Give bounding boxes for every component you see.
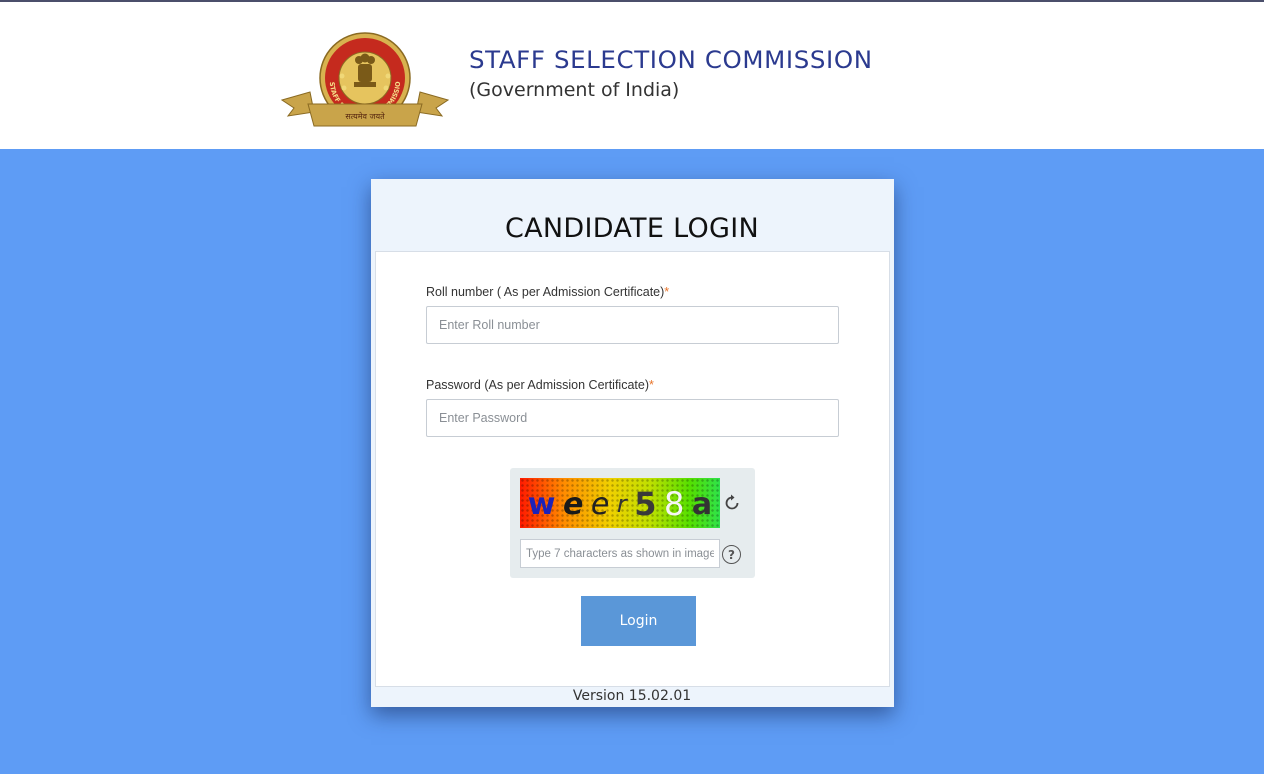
captcha-image: w e e r 5 8 a: [520, 478, 720, 528]
help-icon[interactable]: ?: [722, 545, 741, 564]
roll-number-label: Roll number ( As per Admission Certifica…: [426, 285, 669, 299]
captcha-char: 8: [664, 485, 685, 523]
refresh-icon[interactable]: [722, 493, 742, 513]
required-asterisk: *: [649, 378, 654, 392]
required-asterisk: *: [664, 285, 670, 299]
page-title: CANDIDATE LOGIN: [504, 213, 759, 244]
roll-number-input[interactable]: [426, 306, 839, 344]
ssc-logo-emblem: STAFF SELECTION COMMISSION सत्यमेव जयते: [280, 30, 450, 127]
logo-ribbon-text: सत्यमेव जयते: [345, 111, 385, 121]
login-button[interactable]: Login: [581, 596, 696, 646]
password-label: Password (As per Admission Certificate)*: [426, 378, 654, 392]
captcha-char: w: [527, 486, 556, 522]
version-label: Version 15.02.01: [572, 688, 692, 704]
password-input[interactable]: [426, 399, 839, 437]
captcha-char: 5: [634, 485, 657, 523]
org-subtitle: (Government of India): [469, 79, 680, 101]
roll-number-label-text: Roll number ( As per Admission Certifica…: [426, 285, 665, 299]
site-header: STAFF SELECTION COMMISSION सत्यमेव जयते …: [0, 0, 1264, 149]
captcha-char: r: [616, 490, 627, 518]
org-name: STAFF SELECTION COMMISSION: [469, 46, 873, 74]
password-label-text: Password (As per Admission Certificate): [426, 378, 649, 392]
captcha-char: e: [590, 486, 610, 522]
captcha-char: e: [562, 486, 584, 522]
captcha-char: a: [691, 486, 713, 522]
captcha-input[interactable]: [520, 539, 720, 568]
captcha-characters: w e e r 5 8 a: [520, 482, 720, 526]
